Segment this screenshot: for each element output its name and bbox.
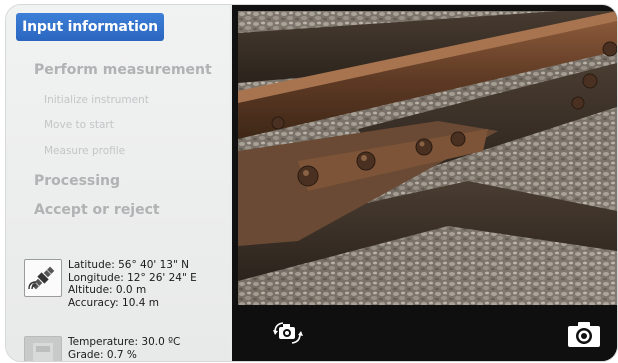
sensor-readout: Temperature: 30.0 ºC Grade: 0.7 % xyxy=(68,336,238,361)
sensor-icon xyxy=(24,336,62,361)
grade-value: Grade: 0.7 % xyxy=(68,348,137,361)
step-perform-measurement[interactable]: Perform measurement xyxy=(34,62,212,78)
camera-toolbar xyxy=(232,305,617,361)
camera-icon xyxy=(568,322,600,347)
camera-preview xyxy=(238,11,617,305)
rotate-camera-button[interactable] xyxy=(270,318,306,352)
capture-photo-button[interactable] xyxy=(567,320,601,352)
altitude-value: Altitude: 0.0 m xyxy=(68,284,147,296)
accuracy-value: Accuracy: 10.4 m xyxy=(68,296,159,309)
longitude-value: Longitude: 12° 26' 24" E xyxy=(68,271,197,284)
app-frame: Input information Perform measurement In… xyxy=(5,4,618,362)
substep-move-to-start[interactable]: Move to start xyxy=(44,119,114,131)
step-input-information[interactable]: Input information xyxy=(16,13,164,41)
step-accept-or-reject[interactable]: Accept or reject xyxy=(34,202,160,218)
camera-panel xyxy=(232,5,617,361)
sidebar: Input information Perform measurement In… xyxy=(6,5,230,361)
satellite-icon xyxy=(24,259,62,297)
rotate-camera-icon xyxy=(273,322,303,344)
gps-readout: Latitude: 56° 40' 13" N Longitude: 12° 2… xyxy=(68,259,238,309)
step-processing[interactable]: Processing xyxy=(34,173,120,189)
substep-initialize-instrument[interactable]: Initialize instrument xyxy=(44,94,149,106)
temperature-value: Temperature: 30.0 ºC xyxy=(68,336,181,348)
substep-measure-profile[interactable]: Measure profile xyxy=(44,145,125,157)
latitude-value: Latitude: 56° 40' 13" N xyxy=(68,259,190,271)
